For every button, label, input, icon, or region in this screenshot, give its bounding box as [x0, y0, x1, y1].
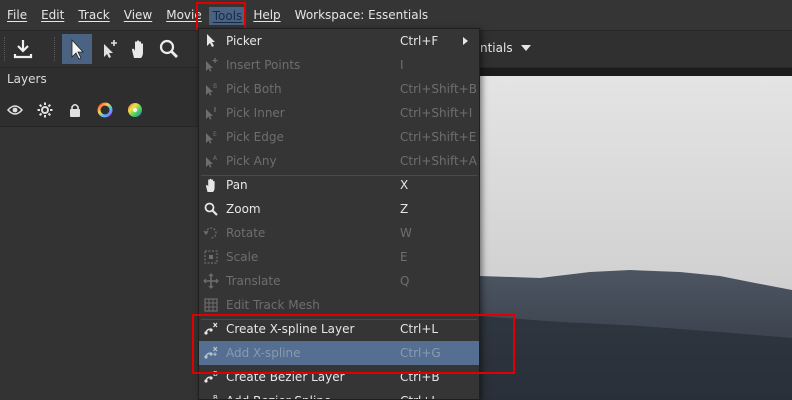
menu-item-label: Insert Points — [226, 58, 301, 72]
insert-points-icon — [104, 40, 117, 58]
toolbar-separator — [54, 37, 57, 61]
download-icon — [13, 40, 33, 59]
workspace-label: Workspace: Essentials — [294, 8, 429, 22]
menu-item-picker[interactable]: Picker Ctrl+F — [199, 29, 479, 53]
menu-item-shortcut: Q — [400, 274, 410, 288]
magnifier-icon — [204, 202, 218, 216]
menu-item-shortcut: E — [400, 250, 408, 264]
bezier-add-icon: B — [213, 394, 218, 400]
hand-icon — [206, 178, 215, 192]
menu-item-pick-edge[interactable]: E Pick Edge Ctrl+Shift+E — [199, 125, 479, 149]
toolbar-grip — [4, 37, 7, 61]
menu-edit[interactable]: Edit — [34, 0, 71, 30]
menu-bar: File Edit Track View Movie Tools Help Wo… — [0, 0, 792, 30]
color-wheel-icon[interactable] — [96, 101, 114, 119]
menu-item-shortcut: Z — [400, 202, 409, 216]
menu-item-pick-both[interactable]: B Pick Both Ctrl+Shift+B — [199, 77, 479, 101]
menu-item-label: Pick Inner — [226, 106, 285, 120]
chevron-down-icon — [520, 45, 531, 51]
menu-item-shortcut: W — [400, 226, 412, 240]
menu-item-shortcut: X — [400, 178, 409, 192]
menu-item-shortcut: Ctrl+Shift+A — [400, 154, 477, 168]
menu-item-shortcut: Ctrl+Shift+B — [400, 82, 477, 96]
pick-both-icon: B — [206, 83, 217, 96]
magnifier-icon — [159, 39, 178, 58]
menu-item-pick-inner[interactable]: Pick Inner Ctrl+Shift+I — [199, 101, 479, 125]
menu-item-label: Translate — [226, 274, 281, 288]
pick-edge-icon: E — [206, 131, 217, 144]
menu-item-scale[interactable]: Scale E — [199, 245, 479, 269]
menu-item-label: Scale — [226, 250, 259, 264]
svg-text:A: A — [213, 155, 218, 162]
menu-item-shortcut: Ctrl+Shift+E — [400, 130, 477, 144]
workspace-select-value: ntials — [480, 41, 513, 55]
svg-text:E: E — [213, 131, 217, 138]
menu-file[interactable]: File — [0, 0, 34, 30]
svg-text:B: B — [213, 83, 217, 90]
scale-icon — [204, 250, 218, 264]
annotation-highlight-xspline — [192, 314, 515, 374]
footage-frame — [480, 76, 792, 400]
eye-icon[interactable] — [6, 101, 24, 119]
menu-item-label: Rotate — [226, 226, 266, 240]
layers-list[interactable] — [0, 126, 210, 400]
menu-item-label: Picker — [226, 34, 262, 48]
menu-item-zoom[interactable]: Zoom Z — [199, 197, 479, 221]
menu-item-pick-any[interactable]: A Pick Any Ctrl+Shift+A — [199, 149, 479, 173]
gear-icon[interactable] — [36, 101, 54, 119]
menu-item-label: Pick Edge — [226, 130, 284, 144]
menu-item-label: Pan — [226, 178, 248, 192]
menu-item-shortcut: I — [400, 58, 404, 72]
translate-icon — [203, 273, 219, 289]
menu-track[interactable]: Track — [71, 0, 116, 30]
hand-icon — [132, 40, 143, 58]
color-palette-icon[interactable] — [126, 101, 144, 119]
menu-item-insert-points[interactable]: Insert Points I — [199, 53, 479, 77]
pick-inner-icon — [206, 107, 216, 120]
menu-item-label: Pick Any — [226, 154, 277, 168]
lock-icon[interactable] — [66, 101, 84, 119]
menu-help[interactable]: Help — [246, 0, 287, 30]
zoom-tool-button[interactable] — [154, 34, 184, 64]
app-window: File Edit Track View Movie Tools Help Wo… — [0, 0, 792, 400]
menu-item-label: Zoom — [226, 202, 261, 216]
menu-item-label: Add Bezier Spline — [226, 389, 331, 399]
menu-item-pan[interactable]: Pan X — [199, 173, 479, 197]
pointer-tool-button[interactable] — [62, 34, 92, 64]
pick-any-icon: A — [206, 155, 218, 168]
layers-toolbar — [0, 95, 216, 125]
rotate-icon — [203, 227, 217, 239]
menu-item-translate[interactable]: Translate Q — [199, 269, 479, 293]
pan-tool-button[interactable] — [124, 34, 154, 64]
menu-item-shortcut: Ctrl+Shift+I — [400, 106, 473, 120]
layers-panel-title: Layers — [0, 68, 217, 90]
menu-item-add-bezier-spline[interactable]: B Add Bezier Spline Ctrl+J — [199, 389, 479, 400]
menu-item-rotate[interactable]: Rotate W — [199, 221, 479, 245]
menu-item-shortcut: Ctrl+F — [400, 34, 439, 48]
menu-item-label: Pick Both — [226, 82, 282, 96]
submenu-arrow-icon — [463, 37, 468, 45]
footage-image — [480, 76, 792, 400]
svg-text:B: B — [213, 394, 218, 400]
mesh-icon — [204, 298, 218, 312]
menu-item-shortcut: Ctrl+J — [400, 389, 435, 399]
menu-view[interactable]: View — [117, 0, 159, 30]
pointer-icon — [71, 38, 84, 60]
download-button[interactable] — [8, 34, 38, 64]
workspace-select[interactable]: ntials — [476, 38, 535, 58]
insert-points-icon — [206, 58, 218, 72]
pointer-icon — [207, 34, 215, 47]
annotation-highlight-tools — [196, 2, 246, 31]
insert-points-tool-button[interactable] — [94, 34, 124, 64]
